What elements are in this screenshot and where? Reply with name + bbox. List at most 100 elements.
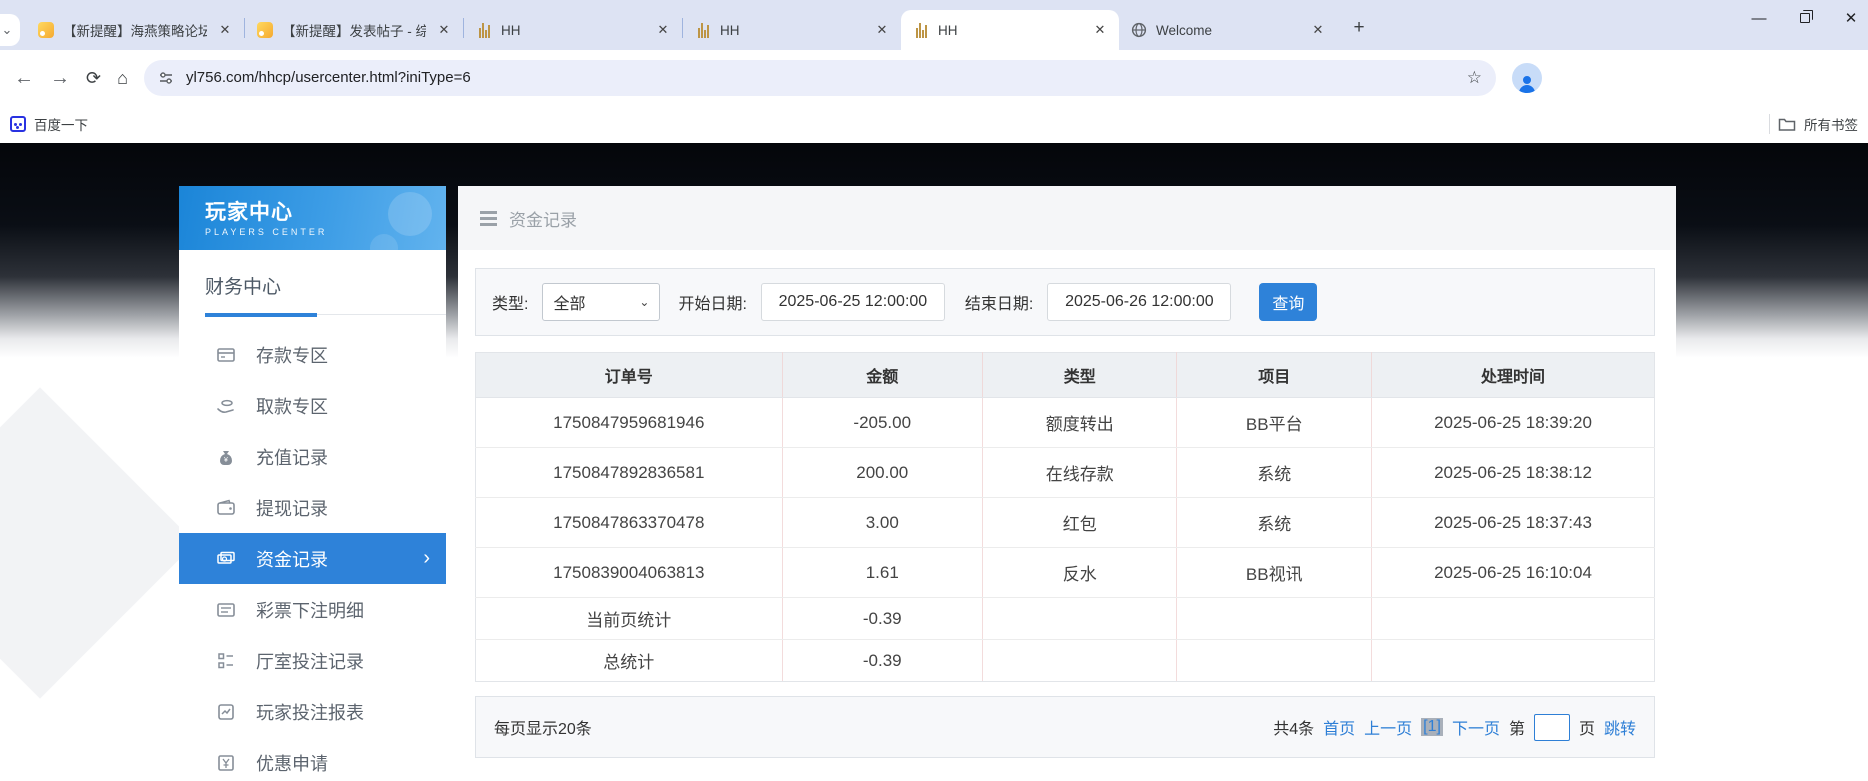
first-page-link[interactable]: 首页 (1323, 715, 1355, 739)
column-header: 金额 (782, 353, 982, 398)
tab-hh-2[interactable]: HH ✕ (683, 10, 901, 50)
forward-icon[interactable]: → (50, 68, 70, 88)
process-time: 2025-06-25 18:38:12 (1372, 448, 1655, 498)
forum-favicon (38, 22, 54, 38)
bookmark-baidu[interactable]: 百度一下 (34, 114, 88, 134)
url-text[interactable]: yl756.com/hhcp/usercenter.html?iniType=6 (186, 69, 1455, 86)
total-count-text: 共4条 (1273, 715, 1314, 739)
tab-search-button[interactable]: ⌄ (0, 14, 20, 46)
prev-page-link[interactable]: 上一页 (1364, 715, 1412, 739)
amount: -205.00 (782, 398, 982, 448)
player-center-sidebar: 玩家中心 PLAYERS CENTER 财务中心 存款专区 取款专区 ¥ 充值记… (179, 186, 446, 781)
tab-forum-1[interactable]: 【新提醒】海燕策略论坛综 ✕ (26, 10, 244, 50)
site-settings-icon[interactable] (158, 70, 174, 86)
tab-title: HH (720, 23, 864, 38)
globe-icon (1131, 22, 1147, 38)
type: 反水 (982, 548, 1177, 598)
stats-label: 总统计 (476, 640, 783, 682)
sidebar-item-fund-records[interactable]: 资金记录 › (179, 533, 446, 584)
sidebar-item-deposit[interactable]: 存款专区 (179, 329, 446, 380)
reload-icon[interactable]: ⟳ (86, 69, 101, 87)
close-window-button[interactable]: ✕ (1828, 0, 1868, 36)
maximize-button[interactable] (1782, 0, 1828, 36)
browser-tab-bar: ⌄ 【新提醒】海燕策略论坛综 ✕ 【新提醒】发表帖子 - 综合 ✕ HH ✕ H… (0, 0, 1868, 50)
tab-close-icon[interactable]: ✕ (216, 21, 234, 39)
query-button[interactable]: 查询 (1259, 283, 1317, 321)
sidebar-item-hall-bets[interactable]: 厅室投注记录 (179, 635, 446, 686)
tab-title: Welcome (1156, 23, 1300, 38)
address-bar[interactable]: yl756.com/hhcp/usercenter.html?iniType=6… (144, 60, 1496, 96)
new-tab-button[interactable]: + (1345, 14, 1373, 42)
order-no: 1750839004063813 (476, 548, 783, 598)
banknotes-icon (215, 548, 237, 570)
folder-icon (1778, 116, 1796, 132)
tab-forum-2[interactable]: 【新提醒】发表帖子 - 综合 ✕ (245, 10, 463, 50)
jump-link[interactable]: 跳转 (1604, 715, 1636, 739)
bookmark-star-icon[interactable]: ☆ (1467, 68, 1482, 88)
deposit-card-icon (215, 344, 237, 366)
table-row: 1750839004063813 1.61 反水 BB视讯 2025-06-25… (476, 548, 1655, 598)
column-header: 订单号 (476, 353, 783, 398)
background-watermark (0, 387, 196, 698)
tab-hh-1[interactable]: HH ✕ (464, 10, 682, 50)
order-no: 1750847863370478 (476, 498, 783, 548)
process-time: 2025-06-25 18:37:43 (1372, 498, 1655, 548)
ticket-list-icon (215, 599, 237, 621)
start-date-label: 开始日期: (678, 290, 746, 314)
hh-favicon (695, 22, 711, 38)
column-header: 处理时间 (1372, 353, 1655, 398)
table-row: 1750847892836581 200.00 在线存款 系统 2025-06-… (476, 448, 1655, 498)
amount: 200.00 (782, 448, 982, 498)
tab-hh-active[interactable]: HH ✕ (901, 10, 1119, 50)
type: 红包 (982, 498, 1177, 548)
sidebar-item-withdraw[interactable]: 取款专区 (179, 380, 446, 431)
sidebar-item-bet-report[interactable]: 玩家投注报表 (179, 686, 446, 737)
stats-amount: -0.39 (782, 640, 982, 682)
tab-close-icon[interactable]: ✕ (435, 21, 453, 39)
back-icon[interactable]: ← (14, 68, 34, 88)
start-date-input[interactable] (761, 283, 945, 321)
project: 系统 (1177, 498, 1372, 548)
tab-welcome[interactable]: Welcome ✕ (1119, 10, 1337, 50)
hh-favicon (913, 22, 929, 38)
wallet-icon (215, 497, 237, 519)
column-header: 项目 (1177, 353, 1372, 398)
hamburger-icon (480, 211, 497, 226)
home-icon[interactable]: ⌂ (117, 69, 128, 87)
sidebar-item-promo-apply[interactable]: 优惠申请 (179, 737, 446, 781)
page-number-input[interactable] (1534, 714, 1570, 741)
sidebar-item-lottery-bets[interactable]: 彩票下注明细 (179, 584, 446, 635)
forum-favicon (257, 22, 273, 38)
withdraw-hand-icon (215, 395, 237, 417)
sidebar-item-recharge-records[interactable]: ¥ 充值记录 (179, 431, 446, 482)
tab-close-icon[interactable]: ✕ (654, 21, 672, 39)
page-size-text: 每页显示20条 (494, 715, 592, 739)
tab-close-icon[interactable]: ✕ (873, 21, 891, 39)
minimize-button[interactable]: — (1736, 0, 1782, 36)
profile-avatar[interactable] (1512, 63, 1542, 93)
svg-text:¥: ¥ (224, 457, 228, 464)
all-bookmarks-label[interactable]: 所有书签 (1804, 114, 1858, 134)
type: 在线存款 (982, 448, 1177, 498)
type-label: 类型: (492, 290, 528, 314)
table-header-row: 订单号 金额 类型 项目 处理时间 (476, 353, 1655, 398)
browser-toolbar: ← → ⟳ ⌂ yl756.com/hhcp/usercenter.html?i… (0, 50, 1868, 105)
tab-close-icon[interactable]: ✕ (1309, 21, 1327, 39)
sidebar-title: 玩家中心 (205, 196, 446, 226)
baidu-favicon (10, 116, 26, 132)
amount: 1.61 (782, 548, 982, 598)
coupon-icon (215, 752, 237, 774)
table-row: 1750847959681946 -205.00 额度转出 BB平台 2025-… (476, 398, 1655, 448)
end-date-input[interactable] (1047, 283, 1231, 321)
tab-close-icon[interactable]: ✕ (1091, 21, 1109, 39)
process-time: 2025-06-25 18:39:20 (1372, 398, 1655, 448)
process-time: 2025-06-25 16:10:04 (1372, 548, 1655, 598)
next-page-link[interactable]: 下一页 (1452, 715, 1500, 739)
fund-records-panel: 资金记录 类型: 全部 ⌄ 开始日期: 结束日期: 查询 订单号 金额 类型 项… (458, 186, 1676, 781)
sidebar-item-label: 彩票下注明细 (256, 597, 364, 623)
sidebar-item-withdraw-records[interactable]: 提现记录 (179, 482, 446, 533)
type-select[interactable]: 全部 ⌄ (542, 283, 660, 321)
page-content: 玩家中心 PLAYERS CENTER 财务中心 存款专区 取款专区 ¥ 充值记… (0, 143, 1868, 781)
report-chart-icon (215, 701, 237, 723)
sidebar-item-label: 厅室投注记录 (256, 648, 364, 674)
